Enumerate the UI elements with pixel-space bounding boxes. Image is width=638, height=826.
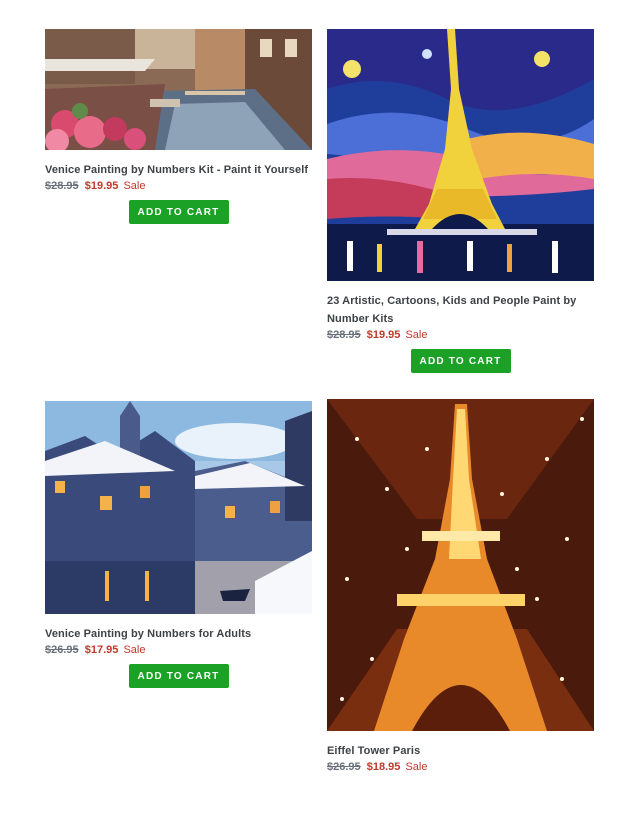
snowy-canal-town-image: [45, 401, 312, 614]
product-card: 23 Artistic, Cartoons, Kids and People P…: [327, 29, 594, 373]
sale-price: $18.95: [366, 761, 401, 773]
product-grid: Venice Painting by Numbers Kit - Paint i…: [0, 0, 638, 826]
product-image-link[interactable]: [45, 401, 312, 614]
sale-label: Sale: [123, 644, 146, 656]
compare-at-price: $28.95: [45, 180, 79, 192]
product-prices: $26.95 $17.95 Sale: [45, 643, 312, 658]
sale-price: $17.95: [84, 644, 119, 656]
eiffel-tower-lights-image: [327, 399, 594, 731]
sale-label: Sale: [123, 180, 146, 192]
product-image-link[interactable]: [327, 29, 594, 281]
add-to-cart-button[interactable]: ADD TO CART: [410, 349, 511, 373]
sale-price: $19.95: [366, 329, 401, 341]
add-to-cart-button[interactable]: ADD TO CART: [128, 200, 229, 224]
product-card: Venice Painting by Numbers for Adults $2…: [45, 401, 312, 688]
sale-label: Sale: [405, 329, 428, 341]
product-title[interactable]: Venice Painting by Numbers Kit - Paint i…: [45, 161, 312, 179]
venice-canal-flowers-image: [45, 29, 312, 150]
product-title[interactable]: Venice Painting by Numbers for Adults: [45, 625, 312, 643]
product-image-link[interactable]: [45, 29, 312, 150]
add-to-cart-button[interactable]: ADD TO CART: [128, 664, 229, 688]
product-card: Venice Painting by Numbers Kit - Paint i…: [45, 29, 312, 224]
product-card: Eiffel Tower Paris $26.95 $18.95 Sale: [327, 399, 594, 775]
product-title[interactable]: 23 Artistic, Cartoons, Kids and People P…: [327, 292, 594, 328]
sale-label: Sale: [405, 761, 428, 773]
product-image-link[interactable]: [327, 399, 594, 731]
compare-at-price: $26.95: [327, 761, 361, 773]
product-prices: $26.95 $18.95 Sale: [327, 760, 594, 775]
product-title[interactable]: Eiffel Tower Paris: [327, 742, 594, 760]
product-prices: $28.95 $19.95 Sale: [327, 328, 594, 343]
compare-at-price: $26.95: [45, 644, 79, 656]
sale-price: $19.95: [84, 180, 119, 192]
product-prices: $28.95 $19.95 Sale: [45, 179, 312, 194]
compare-at-price: $28.95: [327, 329, 361, 341]
eiffel-tower-starry-night-image: [327, 29, 594, 281]
